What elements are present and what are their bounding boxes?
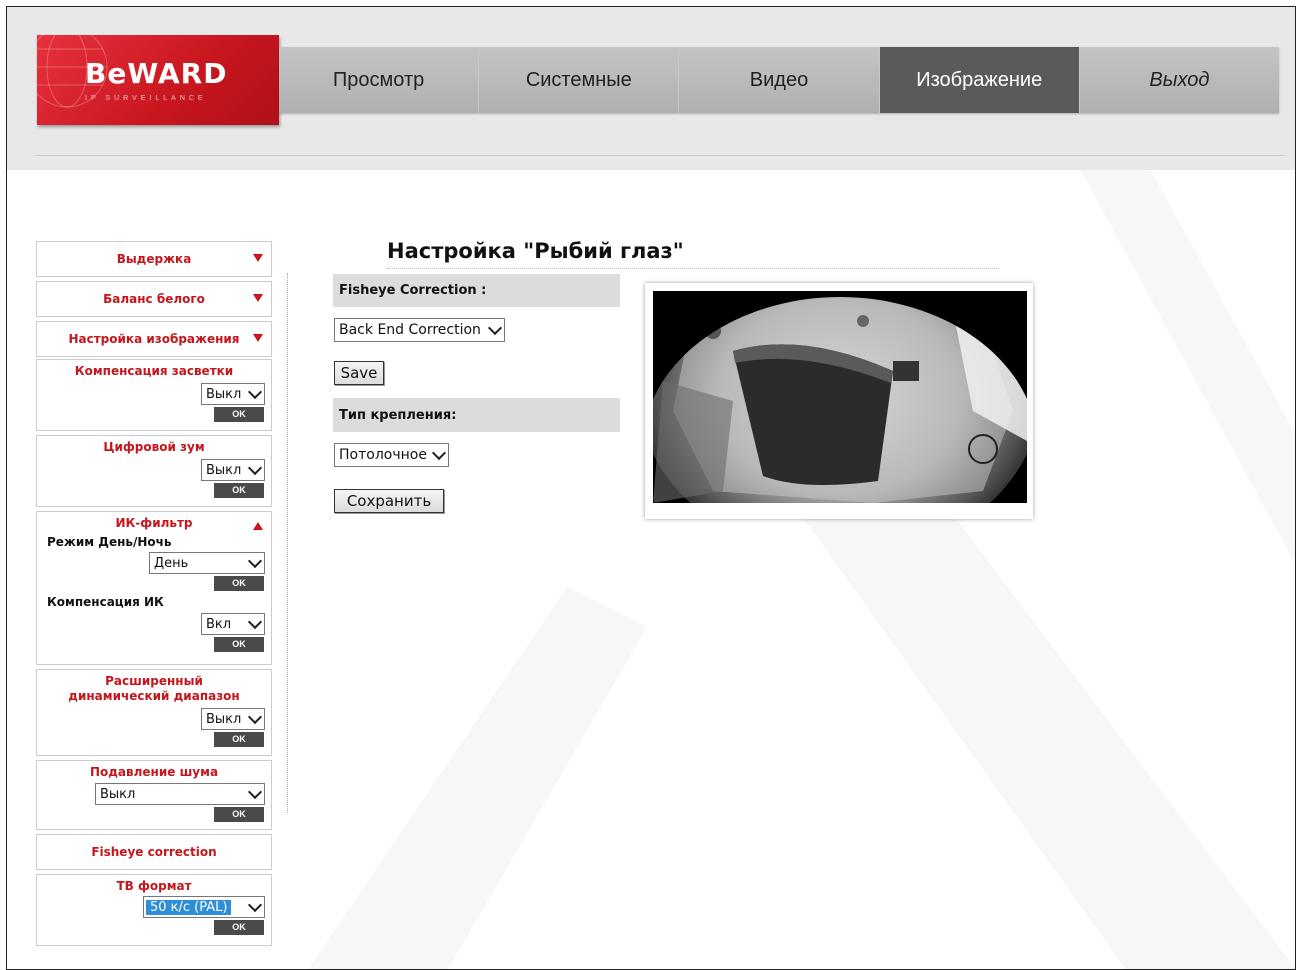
chevron-down-icon	[247, 460, 263, 475]
logo-brand: BeWARD	[85, 57, 228, 90]
wdr-panel: Расширенный динамический диапазон Выкл O…	[36, 669, 272, 756]
tv-format-select[interactable]: 50 к/с (PAL)	[143, 896, 265, 918]
sidebar-item-exposure[interactable]: Выдержка	[36, 241, 272, 277]
page-title: Настройка "Рыбий глаз"	[387, 239, 684, 263]
chevron-down-icon	[247, 897, 263, 912]
title-underline	[387, 268, 999, 269]
digital-zoom-title: Цифровой зум	[103, 440, 205, 454]
camera-preview-frame	[645, 283, 1033, 519]
fisheye-correction-select[interactable]: Back End Correction	[334, 318, 505, 342]
backlight-value: Выкл	[206, 386, 242, 402]
ir-comp-select[interactable]: Вкл	[201, 613, 265, 635]
save-ru-button[interactable]: Сохранить	[334, 489, 444, 513]
ir-comp-ok-button[interactable]: OK	[214, 637, 264, 652]
day-night-select[interactable]: День	[149, 552, 265, 574]
chevron-down-icon	[247, 553, 263, 568]
sidebar-item-label: Выдержка	[116, 252, 192, 266]
mount-type-label: Тип крепления:	[333, 398, 620, 432]
tv-format-panel: ТВ формат 50 к/с (PAL) OK	[36, 874, 272, 946]
noise-ok-button[interactable]: OK	[214, 807, 264, 822]
logo-tagline: IP SURVEILLANCE	[85, 95, 207, 102]
noise-select[interactable]: Выкл	[95, 783, 265, 805]
nav-item-logout[interactable]: Выход	[1080, 47, 1279, 113]
sidebar-item-label: Настройка изображения	[68, 332, 240, 346]
sidebar-item-fisheye[interactable]: Fisheye correction	[36, 834, 272, 870]
tv-format-title: ТВ формат	[116, 879, 192, 893]
day-night-ok-button[interactable]: OK	[214, 576, 264, 591]
wdr-select[interactable]: Выкл	[201, 708, 265, 730]
sidebar-item-image-settings[interactable]: Настройка изображения	[36, 321, 272, 357]
arrow-down-icon	[253, 254, 263, 262]
nav-item-system[interactable]: Системные	[479, 47, 680, 113]
sidebar: Выдержка Баланс белого Настройка изображ…	[36, 241, 272, 950]
camera-preview	[653, 291, 1027, 503]
tv-format-value: 50 к/с (PAL)	[146, 899, 232, 915]
chevron-down-icon	[431, 445, 447, 460]
main-nav: Просмотр Системные Видео Изображение Вых…	[279, 47, 1279, 113]
chevron-down-icon	[487, 320, 503, 335]
wdr-ok-button[interactable]: OK	[214, 732, 264, 747]
page-frame: BeWARD IP SURVEILLANCE Просмотр Системны…	[6, 6, 1296, 970]
sidebar-item-label: Fisheye correction	[91, 845, 217, 859]
noise-panel: Подавление шума Выкл OK	[36, 760, 272, 830]
ir-filter-panel: ИК-фильтр Режим День/Ночь День OK Компен…	[36, 511, 272, 665]
digital-zoom-panel: Цифровой зум Выкл OK	[36, 435, 272, 507]
fisheye-image	[653, 291, 1027, 503]
arrow-up-icon[interactable]	[253, 522, 263, 530]
digital-zoom-value: Выкл	[206, 462, 242, 478]
digital-zoom-select[interactable]: Выкл	[201, 459, 265, 481]
ir-filter-title[interactable]: ИК-фильтр	[37, 516, 271, 531]
chevron-down-icon	[247, 784, 263, 799]
beward-logo[interactable]: BeWARD IP SURVEILLANCE	[37, 35, 279, 125]
mount-type-select[interactable]: Потолочное	[334, 443, 449, 467]
arrow-down-icon	[253, 334, 263, 342]
fisheye-correction-value: Back End Correction	[339, 322, 481, 338]
arrow-down-icon	[253, 294, 263, 302]
fisheye-correction-label: Fisheye Correction :	[333, 274, 620, 307]
mount-type-value: Потолочное	[339, 447, 427, 463]
nav-item-video[interactable]: Видео	[679, 47, 880, 113]
backlight-ok-button[interactable]: OK	[214, 407, 264, 422]
sidebar-item-label: Баланс белого	[103, 292, 205, 306]
header-divider	[35, 155, 1285, 156]
day-night-value: День	[154, 555, 189, 571]
backlight-select[interactable]: Выкл	[201, 383, 265, 405]
day-night-label: Режим День/Ночь	[47, 535, 172, 549]
ir-comp-value: Вкл	[206, 616, 232, 632]
sidebar-item-white-balance[interactable]: Баланс белого	[36, 281, 272, 317]
ir-comp-label: Компенсация ИК	[47, 595, 164, 609]
tv-format-ok-button[interactable]: OK	[214, 920, 264, 935]
noise-title: Подавление шума	[89, 765, 219, 779]
save-button[interactable]: Save	[334, 361, 384, 385]
nav-item-image[interactable]: Изображение	[879, 47, 1080, 113]
header: BeWARD IP SURVEILLANCE Просмотр Системны…	[7, 7, 1295, 170]
chevron-down-icon	[247, 709, 263, 724]
sidebar-divider	[287, 273, 288, 813]
wdr-value: Выкл	[206, 711, 242, 727]
backlight-panel: Компенсация засветки Выкл OK	[36, 359, 272, 431]
chevron-down-icon	[247, 614, 263, 629]
backlight-title: Компенсация засветки	[74, 364, 234, 378]
wdr-title: Расширенный динамический диапазон	[68, 674, 240, 703]
chevron-down-icon	[247, 384, 263, 399]
nav-item-view[interactable]: Просмотр	[279, 47, 480, 113]
digital-zoom-ok-button[interactable]: OK	[214, 483, 264, 498]
noise-value: Выкл	[100, 786, 136, 802]
